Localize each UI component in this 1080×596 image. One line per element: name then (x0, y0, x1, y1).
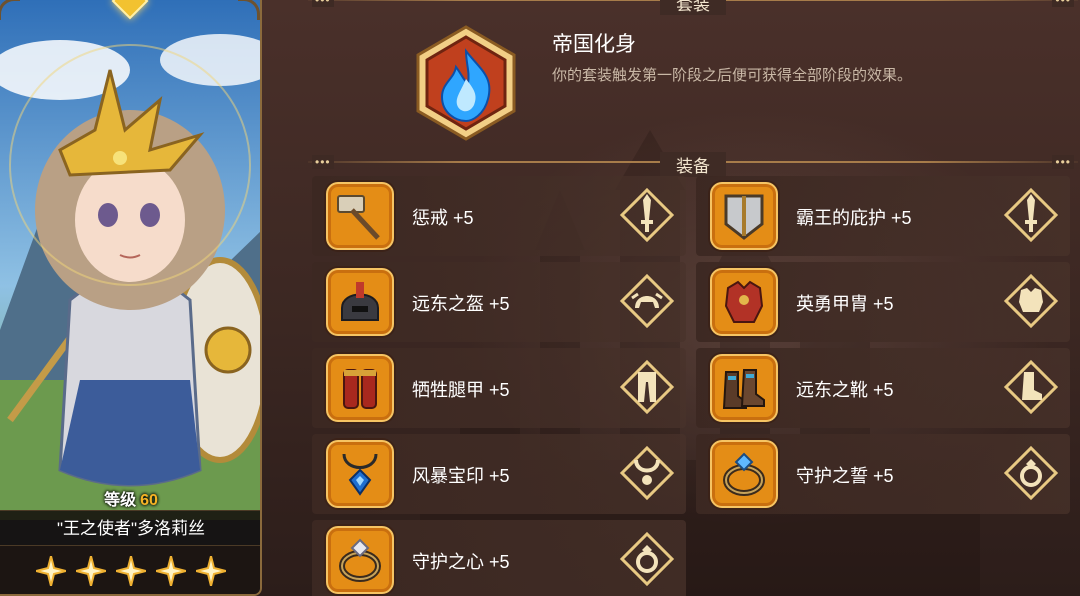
level-value: 60 (140, 492, 158, 509)
star-icon (76, 556, 106, 586)
equip-section-title: 装备 (660, 152, 726, 177)
equip-item-label: 惩戒 +5 (412, 208, 474, 228)
equip-section-header: ••• ••• 装备 (308, 150, 1078, 177)
hero-portrait (0, 0, 260, 520)
hero-card[interactable]: 等级 60 "王之使者"多洛莉丝 (0, 0, 262, 596)
boots-slot-icon (1003, 359, 1059, 415)
star-rating (0, 546, 260, 594)
equip-item-ring-1[interactable]: 守护之誓 +5 (696, 434, 1070, 514)
leg-armor-icon (326, 354, 394, 422)
equip-item-ring-2[interactable]: 守护之心 +5 (312, 520, 686, 596)
ring-icon (710, 440, 778, 508)
boots-icon (710, 354, 778, 422)
legs-slot-icon (619, 359, 675, 415)
set-bonus-name: 帝国化身 (552, 33, 636, 56)
equip-item-label: 远东之盔 +5 (412, 294, 510, 314)
hero-level: 等级 60 (0, 486, 260, 510)
equip-item-necklace[interactable]: 风暴宝印 +5 (312, 434, 686, 514)
armor-slot-icon (1003, 273, 1059, 329)
hero-name: "王之使者"多洛莉丝 (0, 510, 260, 546)
helmet-icon (326, 268, 394, 336)
set-section-header: ••• ••• 套装 (308, 0, 1078, 15)
equip-item-label: 霸王的庇护 +5 (796, 208, 912, 228)
set-section-title: 套装 (660, 0, 726, 15)
equip-item-label: 守护之心 +5 (412, 552, 510, 572)
weapon-slot-icon (619, 187, 675, 243)
star-icon (116, 556, 146, 586)
chest-armor-icon (710, 268, 778, 336)
equip-item-label: 英勇甲胄 +5 (796, 294, 894, 314)
equip-item-offhand[interactable]: 霸王的庇护 +5 (696, 176, 1070, 256)
set-bonus-description: 你的套装触发第一阶段之后便可获得全部阶段的效果。 (552, 67, 913, 84)
card-corner-ornament (0, 0, 20, 20)
equip-item-weapon[interactable]: 惩戒 +5 (312, 176, 686, 256)
level-label: 等级 (104, 492, 137, 509)
equip-item-helmet[interactable]: 远东之盔 +5 (312, 262, 686, 342)
ring-icon (326, 526, 394, 594)
equip-item-label: 远东之靴 +5 (796, 380, 894, 400)
equip-item-legs[interactable]: 牺牲腿甲 +5 (312, 348, 686, 428)
blue-flame-icon[interactable] (408, 25, 524, 141)
ring-slot-icon (619, 531, 675, 587)
tower-shield-icon (710, 182, 778, 250)
equip-item-label: 牺牲腿甲 +5 (412, 380, 510, 400)
star-icon (156, 556, 186, 586)
equip-item-label: 风暴宝印 +5 (412, 466, 510, 486)
war-hammer-icon (326, 182, 394, 250)
helmet-slot-icon (619, 273, 675, 329)
star-icon (36, 556, 66, 586)
ring-slot-icon (1003, 445, 1059, 501)
equip-item-armor[interactable]: 英勇甲胄 +5 (696, 262, 1070, 342)
necklace-slot-icon (619, 445, 675, 501)
equip-item-label: 守护之誓 +5 (796, 466, 894, 486)
offhand-slot-icon (1003, 187, 1059, 243)
equip-item-boots[interactable]: 远东之靴 +5 (696, 348, 1070, 428)
star-icon (196, 556, 226, 586)
amulet-icon (326, 440, 394, 508)
